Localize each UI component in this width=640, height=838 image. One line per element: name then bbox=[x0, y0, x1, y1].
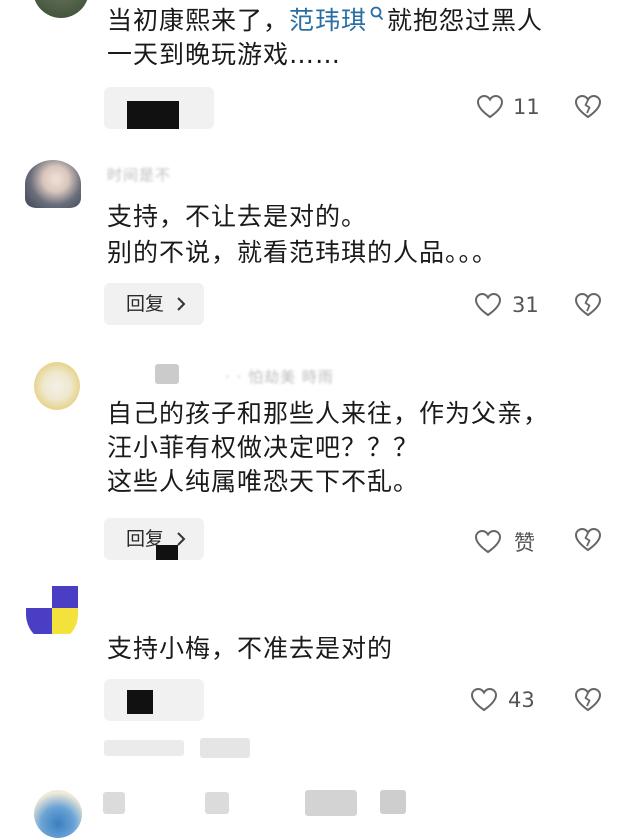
avatar[interactable] bbox=[25, 160, 81, 208]
avatar-tile bbox=[52, 608, 78, 634]
comment-text-line: 自己的孩子和那些人来往，作为父亲， bbox=[107, 399, 550, 428]
redaction-block bbox=[127, 101, 179, 129]
blurred-strip bbox=[104, 740, 184, 756]
avatar[interactable] bbox=[34, 362, 80, 410]
username-redaction bbox=[305, 790, 357, 816]
broken-heart-icon[interactable] bbox=[574, 527, 602, 557]
avatar-tile bbox=[52, 586, 78, 608]
comment-text: 支持，不让去是对的。 别的不说，就看范玮琪的人品。。。 bbox=[107, 200, 498, 268]
like-button[interactable]: 31 bbox=[474, 292, 539, 318]
avatar[interactable] bbox=[33, 0, 89, 18]
like-button[interactable]: 43 bbox=[470, 687, 535, 713]
avatar[interactable] bbox=[34, 790, 82, 838]
comment-text-line: 汪小菲有权做决定吧？？？ bbox=[107, 433, 420, 462]
reply-button[interactable] bbox=[104, 679, 204, 721]
redaction-block bbox=[156, 545, 178, 560]
broken-heart-icon[interactable] bbox=[574, 687, 602, 717]
broken-heart-icon[interactable] bbox=[574, 292, 602, 322]
heart-icon bbox=[474, 292, 502, 317]
username[interactable]: 时间是不 bbox=[107, 164, 171, 185]
comment-text-line: 当初康熙来了， bbox=[107, 6, 290, 35]
reply-button[interactable]: 回复 bbox=[104, 283, 204, 325]
search-icon[interactable] bbox=[367, 4, 383, 24]
like-button[interactable]: 赞 bbox=[474, 527, 535, 557]
like-count: 43 bbox=[508, 688, 535, 712]
username-redaction bbox=[205, 792, 229, 814]
comment-text: 自己的孩子和那些人来往，作为父亲， 汪小菲有权做决定吧？？？ 这些人纯属唯恐天下… bbox=[107, 397, 549, 499]
username[interactable]: · · 怕劫美 時雨 bbox=[225, 366, 334, 387]
comment-text-line: 一天到晚玩游戏…… bbox=[107, 40, 342, 69]
avatar[interactable] bbox=[26, 586, 78, 642]
username-redaction bbox=[155, 364, 179, 384]
like-count: 赞 bbox=[514, 531, 535, 555]
comment-text-line: 支持小梅，不准去是对的 bbox=[107, 634, 394, 663]
heart-icon bbox=[470, 687, 498, 712]
username-redaction bbox=[103, 792, 125, 814]
like-count: 11 bbox=[513, 95, 540, 119]
broken-heart-icon[interactable] bbox=[574, 94, 602, 124]
chevron-right-icon bbox=[177, 297, 186, 311]
redaction-block bbox=[127, 690, 153, 714]
username-redaction bbox=[380, 790, 406, 814]
comment-text: 当初康熙来了，范玮琪 就抱怨过黑人 一天到晚玩游戏…… bbox=[107, 4, 543, 72]
reply-label: 回复 bbox=[126, 293, 165, 315]
comment-text-line: 别的不说，就看范玮琪的人品。。。 bbox=[107, 238, 499, 267]
comment-text-line: 就抱怨过黑人 bbox=[387, 6, 544, 35]
reply-button[interactable]: 回复 bbox=[104, 518, 204, 560]
blurred-strip bbox=[200, 738, 250, 758]
heart-icon bbox=[476, 94, 504, 119]
comment-text-line: 这些人纯属唯恐天下不乱。 bbox=[107, 467, 420, 496]
avatar-tile bbox=[26, 608, 52, 634]
comment-text-line: 支持，不让去是对的。 bbox=[107, 202, 368, 231]
like-count: 31 bbox=[512, 293, 539, 317]
mention-link[interactable]: 范玮琪 bbox=[289, 6, 367, 35]
like-button[interactable]: 11 bbox=[476, 94, 540, 120]
comment-text: 支持小梅，不准去是对的 bbox=[107, 632, 393, 666]
heart-icon bbox=[474, 529, 502, 554]
